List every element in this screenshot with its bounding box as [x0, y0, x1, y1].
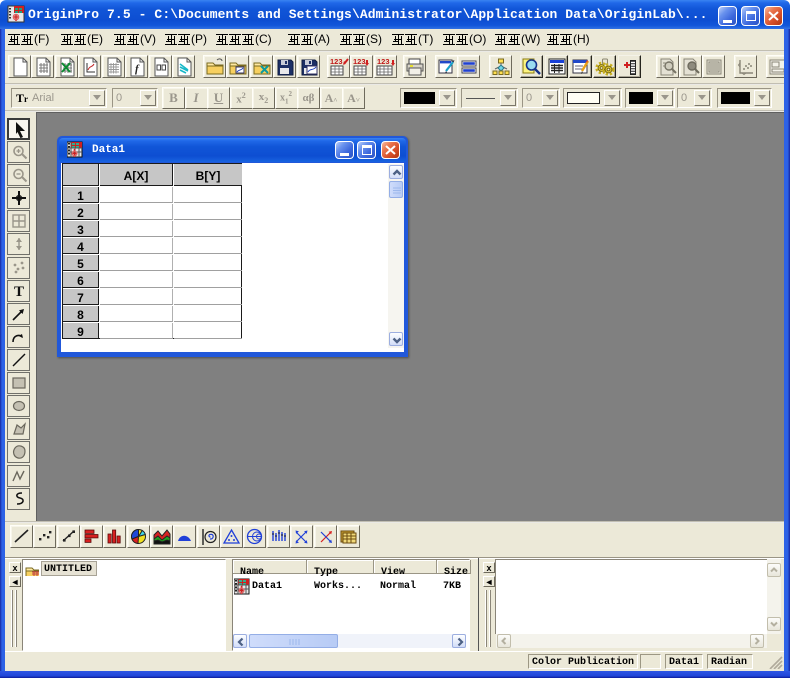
svg-text:123: 123: [377, 57, 390, 66]
svg-text:123: 123: [330, 57, 343, 66]
svg-text:T: T: [14, 284, 24, 300]
svg-text:123: 123: [353, 57, 366, 66]
